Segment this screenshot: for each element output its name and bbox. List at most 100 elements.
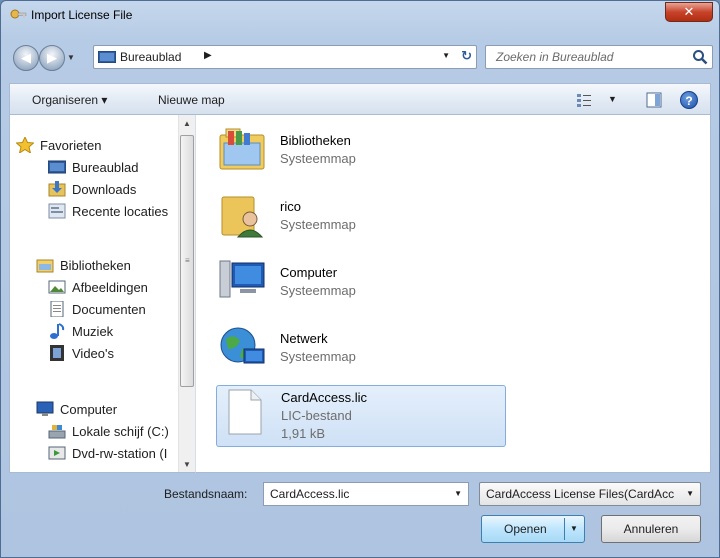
open-button[interactable]: Openen ▼ [481, 515, 585, 543]
sidebar-item-lokale-schijf[interactable]: Lokale schijf (C:) [10, 421, 180, 443]
filename-value[interactable]: CardAccess.lic [270, 487, 349, 501]
scroll-down-icon[interactable]: ▼ [183, 460, 191, 469]
filename-dropdown-icon[interactable]: ▼ [454, 489, 462, 498]
open-button-label: Openen [504, 522, 547, 536]
sidebar-item-recente-locaties[interactable]: Recente locaties [10, 201, 180, 223]
list-item[interactable]: rico Systeemmap [216, 189, 506, 251]
sidebar-item-label: Video's [72, 346, 114, 361]
address-dropdown-icon[interactable]: ▼ [442, 51, 450, 60]
sidebar-item-label: Dvd-rw-station (I [72, 446, 168, 461]
address-path[interactable]: Bureaublad [120, 50, 181, 64]
music-icon [50, 323, 65, 339]
sidebar-item-label: Bureaublad [72, 160, 139, 175]
file-size: 1,91 kB [281, 426, 326, 441]
back-button[interactable]: ◀ [13, 45, 39, 71]
help-icon[interactable]: ? [680, 91, 698, 109]
desktop-icon [98, 51, 116, 63]
close-icon: ✕ [683, 4, 695, 19]
recent-places-icon [48, 203, 66, 219]
search-input[interactable]: Zoeken in Bureaublad [485, 45, 713, 69]
sidebar-item-bureaublad[interactable]: Bureaublad [10, 157, 180, 179]
open-dropdown-icon[interactable]: ▼ [570, 524, 578, 533]
dvd-drive-icon [48, 446, 66, 460]
pictures-icon [48, 280, 66, 294]
file-type: Systeemmap [280, 217, 356, 232]
new-folder-button[interactable]: Nieuwe map [158, 93, 225, 107]
sidebar-item-afbeeldingen[interactable]: Afbeeldingen [10, 277, 180, 299]
list-item-selected[interactable]: CardAccess.lic LIC-bestand 1,91 kB [216, 385, 506, 447]
command-bar: Organiseren ▾ Nieuwe map ▼ ? [9, 83, 711, 115]
sidebar-item-label: Favorieten [40, 138, 102, 153]
list-item[interactable]: Bibliotheken Systeemmap [216, 123, 506, 185]
desktop-icon [48, 160, 66, 174]
change-view-icon[interactable] [576, 92, 592, 108]
file-type: LIC-bestand [281, 408, 352, 423]
chevron-down-icon[interactable]: ▼ [686, 489, 694, 498]
computer-icon [36, 401, 54, 416]
organise-button[interactable]: Organiseren ▾ [32, 93, 107, 107]
cancel-button[interactable]: Annuleren [601, 515, 701, 543]
file-type: Systeemmap [280, 349, 356, 364]
libraries-icon [36, 259, 54, 273]
file-name: Computer [280, 265, 338, 280]
sidebar-item-dvd-rw-station[interactable]: Dvd-rw-station (I [10, 443, 180, 465]
sidebar-item-favorieten[interactable]: Favorieten [10, 135, 180, 157]
file-type: Systeemmap [280, 283, 356, 298]
title-bar: Import License File ✕ [1, 1, 719, 29]
file-name: Bibliotheken [280, 133, 351, 148]
grip-icon: ≡ [185, 256, 190, 265]
list-item[interactable]: Netwerk Systeemmap [216, 321, 506, 383]
filename-label: Bestandsnaam: [164, 487, 248, 501]
list-item[interactable]: Computer Systeemmap [216, 255, 506, 317]
address-row: ◀ ▶ ▼ Bureaublad ▶ ▼ ↻ Zoeken in Bureaub… [9, 41, 713, 75]
arrow-right-icon: ▶ [47, 50, 57, 65]
split-divider [564, 518, 565, 540]
import-license-dialog: Import License File ✕ ◀ ▶ ▼ Bureaublad ▶… [0, 0, 720, 558]
network-icon [220, 327, 265, 364]
sidebar-item-downloads[interactable]: Downloads [10, 179, 180, 201]
sidebar-item-label: Bibliotheken [60, 258, 131, 273]
sidebar-item-label: Recente locaties [72, 204, 169, 219]
local-disk-icon [48, 425, 66, 439]
file-list: Bibliotheken Systeemmap rico Systeemmap … [195, 115, 711, 473]
sidebar-item-label: Afbeeldingen [72, 280, 148, 295]
breadcrumb-chevron-icon[interactable]: ▶ [204, 50, 212, 61]
views-dropdown-icon[interactable]: ▼ [608, 94, 617, 104]
recent-pages-dropdown[interactable]: ▼ [67, 53, 75, 62]
file-type-filter[interactable]: CardAccess License Files(CardAccess.lic)… [479, 482, 701, 506]
scroll-up-icon[interactable]: ▲ [183, 119, 191, 128]
key-icon [10, 9, 27, 19]
videos-icon [50, 345, 64, 361]
refresh-icon[interactable]: ↻ [461, 48, 472, 64]
sidebar-item-bibliotheken[interactable]: Bibliotheken [10, 255, 180, 277]
libraries-folder-icon [219, 128, 265, 170]
star-icon [16, 137, 34, 153]
forward-button[interactable]: ▶ [39, 45, 65, 71]
sidebar-item-documenten[interactable]: Documenten [10, 299, 180, 321]
navigation-pane: Favorieten Bureaublad Downloads Recente … [9, 115, 195, 473]
file-icon [228, 389, 262, 435]
sidebar-item-videos[interactable]: Video's [10, 343, 180, 365]
user-folder-icon [221, 196, 264, 238]
sidebar-item-label: Lokale schijf (C:) [72, 424, 169, 439]
sidebar-item-label: Muziek [72, 324, 114, 339]
file-name: rico [280, 199, 301, 214]
sidebar-item-muziek[interactable]: Muziek [10, 321, 180, 343]
filename-field[interactable]: CardAccess.lic ▼ [263, 482, 469, 506]
close-button[interactable]: ✕ [665, 2, 713, 22]
documents-icon [50, 301, 64, 317]
window-title: Import License File [31, 8, 133, 22]
preview-pane-icon[interactable] [646, 92, 662, 108]
sidebar-item-label: Downloads [72, 182, 137, 197]
sidebar-item-label: Computer [60, 402, 118, 417]
search-icon[interactable] [692, 49, 708, 65]
sidebar-scrollbar[interactable]: ▲ ≡ ▼ [178, 115, 195, 472]
computer-icon [219, 260, 265, 298]
sidebar-item-label: Documenten [72, 302, 146, 317]
arrow-left-icon: ◀ [21, 50, 31, 65]
file-name: Netwerk [280, 331, 328, 346]
search-placeholder: Zoeken in Bureaublad [496, 50, 614, 64]
sidebar-item-computer[interactable]: Computer [10, 399, 180, 421]
address-bar[interactable]: Bureaublad ▶ ▼ ↻ [93, 45, 477, 69]
scrollbar-thumb[interactable]: ≡ [180, 135, 194, 387]
